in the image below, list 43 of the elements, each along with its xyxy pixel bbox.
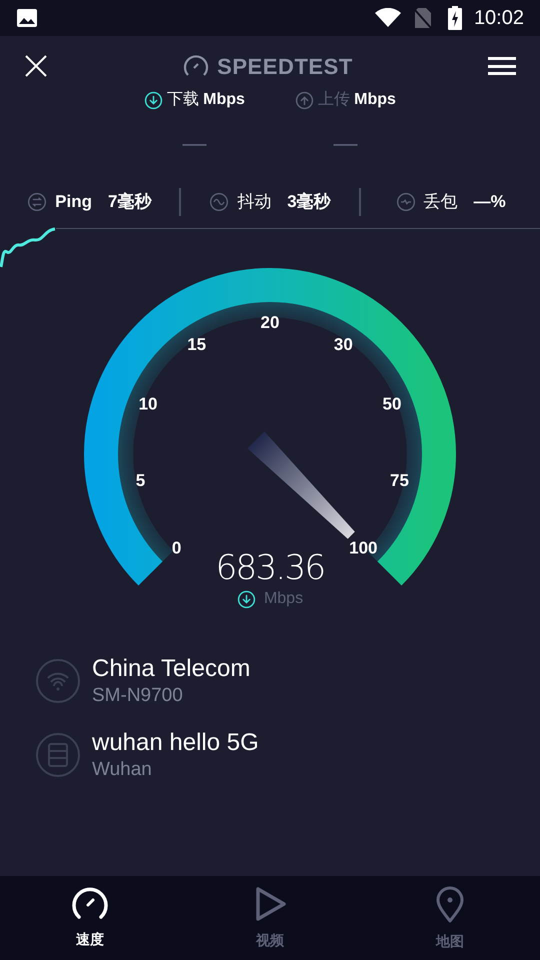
wifi-icon — [374, 8, 402, 28]
play-icon — [254, 886, 286, 922]
app-title: SPEEDTEST — [217, 52, 353, 80]
speed-value: — — [182, 132, 206, 156]
gauge-label: 5 — [136, 470, 146, 490]
stat-label: Ping — [55, 191, 92, 214]
wifi-icon — [36, 658, 80, 703]
speed-value: — — [334, 132, 358, 156]
speed-unit: Mbps — [264, 589, 304, 609]
connection-title: wuhan hello 5G — [92, 728, 259, 758]
gauge-label: 15 — [187, 335, 206, 354]
status-time: 10:02 — [474, 6, 524, 31]
gauge-label: 30 — [334, 335, 353, 354]
gauge-label: 10 — [138, 394, 158, 414]
stat-label: 丢包 — [424, 191, 458, 214]
stat-label: 抖动 — [237, 191, 272, 214]
menu-button[interactable] — [488, 54, 516, 78]
speed-reading: 683.36 — [216, 551, 324, 585]
gauge-label: 50 — [382, 394, 402, 414]
speedometer-icon — [71, 886, 109, 920]
speedometer-icon — [183, 55, 210, 77]
ping-icon — [27, 192, 48, 212]
connection-title: China Telecom — [92, 654, 250, 684]
connection-subtitle: Wuhan — [92, 758, 153, 782]
gauge-label: 100 — [349, 538, 378, 558]
gauge-label: 0 — [172, 538, 182, 558]
nav-tab[interactable]: 速度 — [0, 876, 180, 960]
connection-subtitle: SM-N9700 — [92, 684, 184, 708]
jitter-icon — [209, 192, 230, 212]
stat-value: —% — [474, 191, 506, 214]
server-icon — [36, 732, 80, 777]
no-sim-icon — [414, 7, 432, 29]
battery-charging-icon — [448, 6, 462, 30]
close-button[interactable] — [24, 54, 48, 78]
loss-icon — [396, 192, 416, 212]
mode-tab[interactable]: 下载 Mbps — [144, 88, 245, 112]
gauge-label: 20 — [260, 313, 280, 332]
mode-tab[interactable]: 上传 Mbps — [295, 88, 396, 112]
image-icon — [16, 8, 38, 28]
location-pin-icon — [435, 884, 465, 922]
stat-value: 3毫秒 — [287, 191, 331, 214]
gauge-label: 75 — [390, 470, 409, 490]
stat-value: 7毫秒 — [108, 191, 152, 214]
